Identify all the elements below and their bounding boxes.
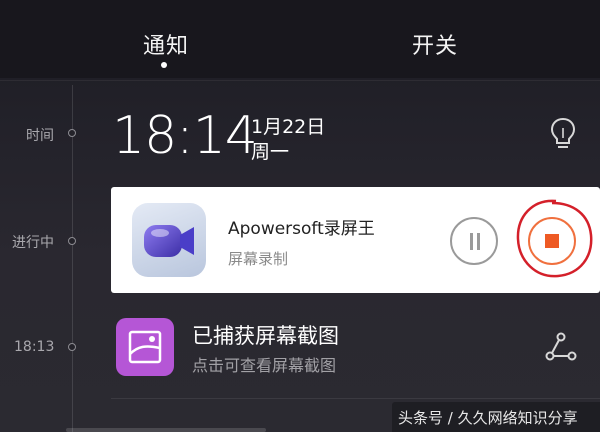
- app-subtitle: 屏幕录制: [228, 250, 289, 268]
- app-name: Apowersoft录屏王: [228, 219, 375, 239]
- current-date: 1月22日: [251, 116, 326, 138]
- timeline-label-time: 时间: [26, 128, 54, 144]
- current-weekday: 周一: [251, 141, 290, 163]
- pause-icon: [470, 233, 473, 250]
- timeline-dot: [68, 129, 76, 137]
- image-icon: [116, 318, 174, 376]
- scroll-handle: [66, 428, 266, 432]
- watermark-text: 头条号 / 久久网络知识分享: [398, 409, 578, 427]
- share-icon[interactable]: [545, 331, 577, 363]
- screenshot-title: 已捕获屏幕截图: [192, 324, 339, 348]
- watermark: 头条号 / 久久网络知识分享: [392, 402, 600, 432]
- pause-button[interactable]: [450, 217, 498, 265]
- current-time: 18:14: [112, 106, 258, 166]
- tab-notifications[interactable]: 通知: [143, 28, 189, 60]
- timeline-label-1813: 18:13: [14, 339, 55, 355]
- lightbulb-icon[interactable]: [548, 116, 578, 152]
- screenshot-subtitle: 点击可查看屏幕截图: [192, 356, 337, 375]
- stop-button[interactable]: [528, 217, 576, 265]
- timeline-dot: [68, 237, 76, 245]
- tab-switches[interactable]: 开关: [412, 28, 458, 60]
- video-camera-app-icon: [132, 203, 206, 277]
- stop-icon: [545, 234, 559, 248]
- active-tab-indicator: [161, 62, 167, 68]
- timeline-dot: [68, 343, 76, 351]
- timeline-label-ongoing: 进行中: [12, 235, 54, 251]
- timeline-line: [72, 85, 73, 432]
- header-divider: [0, 80, 600, 81]
- list-divider: [111, 398, 600, 399]
- top-tab-bar: [0, 0, 600, 78]
